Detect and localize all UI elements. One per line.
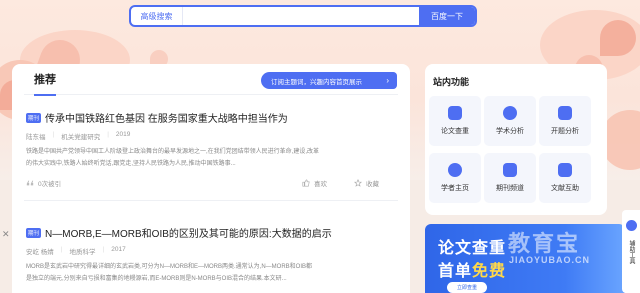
subscribe-text: 订阅主题词，兴趣内容首页展示	[271, 78, 362, 86]
watermark-logo-text: 教育宝	[508, 231, 581, 256]
article-title-row: 期刊 传承中国铁路红色基因 在服务国家重大战略中担当作为	[26, 110, 398, 125]
article-source[interactable]: 地质科学	[70, 246, 103, 256]
article-item: 期刊 传承中国铁路红色基因 在服务国家重大战略中担当作为 陆东福 | 机关党建研…	[26, 110, 398, 188]
floating-tool-label: 辅助工具	[628, 240, 634, 264]
article-title[interactable]: 传承中国铁路红色基因 在服务国家重大战略中担当作为	[45, 110, 288, 125]
promo-line1: 论文查重	[438, 240, 507, 257]
floating-tool-strip[interactable]: 辅助工具	[622, 210, 640, 293]
cited-count: 0次被引	[26, 178, 61, 188]
article-item: 期刊 N—MORB,E—MORB和OIB的区别及其可能的原因:大数据的启示 安屹…	[26, 225, 398, 285]
thumbs-up-icon	[302, 179, 310, 187]
recommend-header: 推荐 订阅主题词，兴趣内容首页展示 ›	[12, 64, 410, 96]
article-title-row: 期刊 N—MORB,E—MORB和OIB的区别及其可能的原因:大数据的启示	[26, 225, 398, 240]
doc-check-icon	[448, 106, 462, 120]
article-year: 2017	[111, 246, 126, 253]
article-divider	[24, 200, 398, 201]
analysis-icon	[503, 106, 517, 120]
promo-check-button[interactable]: 立即查重	[447, 282, 487, 293]
article-meta: 安屹 杨婧 | 地质科学 | 2017	[26, 246, 398, 256]
site-functions-panel: 站内功能 论文查重 学术分析 开题分析 学者主页 期刊频道 文献互助	[425, 64, 607, 215]
article-year: 2019	[115, 131, 131, 138]
header-divider	[24, 94, 398, 95]
recommend-card: 推荐 订阅主题词，兴趣内容首页展示 › 期刊 传承中国铁路红色基因 在服务国家重…	[12, 64, 410, 293]
article-abstract: MORB是玄武岩中研究得最详细的玄武岩类,可分为N—MORB和E—MORB两类.…	[26, 264, 313, 282]
quote-icon	[26, 180, 34, 186]
journal-tag: 期刊	[26, 227, 42, 238]
journal-tag: 期刊	[26, 112, 42, 123]
tile-scholar-home[interactable]: 学者主页	[429, 153, 481, 203]
advanced-search-link[interactable]: 高级搜索	[131, 7, 183, 25]
chevron-right-icon: ›	[386, 76, 389, 85]
search-bar: 高级搜索 百度一下	[129, 5, 477, 27]
topic-icon	[558, 106, 572, 120]
scholar-icon	[448, 163, 462, 177]
article-abstract: 铁路是中国共产党领导中国工人阶级登上政治舞台的最早发源地之一,在我们党团结带领人…	[26, 149, 320, 167]
tile-academic-analysis[interactable]: 学术分析	[484, 96, 536, 146]
side-title: 站内功能	[433, 77, 470, 87]
article-author[interactable]: 陆东福	[26, 131, 53, 141]
tile-plagiarism-check[interactable]: 论文查重	[429, 96, 481, 146]
search-input[interactable]	[183, 7, 419, 25]
subscribe-banner[interactable]: 订阅主题词，兴趣内容首页展示 ›	[261, 72, 397, 89]
tile-literature-help[interactable]: 文献互助	[539, 153, 591, 203]
article-title[interactable]: N—MORB,E—MORB和OIB的区别及其可能的原因:大数据的启示	[45, 225, 332, 240]
search-button[interactable]: 百度一下	[419, 7, 475, 25]
collect-button[interactable]: 收藏	[354, 178, 379, 188]
promo-line2: 首单免费	[438, 263, 507, 280]
article-actions: 0次被引 喜欢 收藏	[26, 178, 398, 188]
article-author[interactable]: 安屹 杨婧	[26, 246, 61, 256]
like-button[interactable]: 喜欢	[302, 178, 327, 188]
tile-journal-channel[interactable]: 期刊频道	[484, 153, 536, 203]
tile-topic-analysis[interactable]: 开题分析	[539, 96, 591, 146]
article-meta: 陆东福 | 机关党建研究 | 2019	[26, 131, 398, 141]
recommend-title[interactable]: 推荐	[34, 71, 56, 96]
article-source[interactable]: 机关党建研究	[61, 131, 107, 141]
journal-icon	[503, 163, 517, 177]
close-icon[interactable]: ✕	[2, 229, 10, 240]
tool-icon	[626, 220, 637, 231]
star-icon	[354, 179, 362, 187]
help-icon	[558, 163, 572, 177]
watermark-url: JIAOYUBAO.CN	[509, 255, 591, 265]
